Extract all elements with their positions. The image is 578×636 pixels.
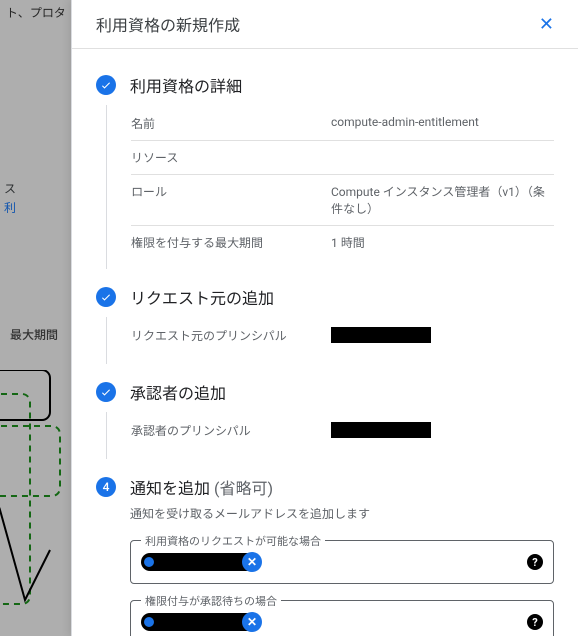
approvers-label: 承認者のプリンシパル [131, 422, 331, 439]
notif-field-awaiting-approval[interactable]: 権限付与が承認待ちの場合 ✕ ? [130, 600, 554, 636]
step-notifications-subtitle: 通知を受け取るメールアドレスを追加します [130, 505, 554, 522]
step-requesters-title[interactable]: リクエスト元の追加 [130, 285, 554, 309]
step-complete-icon [96, 287, 116, 307]
step-notifications: 4 通知を追加 (省略可) 通知を受け取るメールアドレスを追加します 利用資格の… [96, 475, 554, 636]
detail-row-resource: リソース [131, 143, 554, 172]
close-icon: ✕ [539, 14, 554, 34]
close-button[interactable]: ✕ [535, 11, 558, 37]
detail-duration-value: 1 時間 [331, 234, 554, 251]
step-details: 利用資格の詳細 名前 compute-admin-entitlement リソー… [96, 73, 554, 269]
step-notifications-title: 通知を追加 (省略可) [130, 475, 554, 499]
detail-row-duration: 権限を付与する最大期間 1 時間 [131, 228, 554, 257]
step-approvers-title[interactable]: 承認者の追加 [130, 380, 554, 404]
panel-body: 利用資格の詳細 名前 compute-admin-entitlement リソー… [72, 49, 578, 636]
detail-row-name: 名前 compute-admin-entitlement [131, 109, 554, 138]
step-notifications-optional: (省略可) [214, 479, 273, 498]
email-chip[interactable]: ✕ [141, 553, 261, 571]
chip-remove-icon[interactable]: ✕ [242, 612, 262, 632]
step-notifications-title-main: 通知を追加 [130, 479, 210, 498]
check-icon [100, 386, 112, 398]
create-entitlement-panel: 利用資格の新規作成 ✕ 利用資格の詳細 名前 compute-admin-ent… [71, 0, 578, 636]
help-icon[interactable]: ? [527, 614, 543, 630]
detail-name-value: compute-admin-entitlement [331, 115, 554, 129]
detail-resource-label: リソース [131, 149, 331, 166]
panel-title: 利用資格の新規作成 [96, 12, 240, 36]
requesters-row: リクエスト元のプリンシパル [131, 321, 554, 352]
step-requesters-content: リクエスト元のプリンシパル [106, 317, 554, 364]
step-number-icon: 4 [96, 477, 116, 497]
detail-duration-label: 権限を付与する最大期間 [131, 234, 331, 251]
step-requesters: リクエスト元の追加 リクエスト元のプリンシパル [96, 285, 554, 364]
step-complete-icon [96, 75, 116, 95]
step-approvers: 承認者の追加 承認者のプリンシパル [96, 380, 554, 459]
divider [131, 140, 554, 141]
detail-role-value: Compute インスタンス管理者（v1）（条件なし） [331, 183, 554, 217]
panel-header: 利用資格の新規作成 ✕ [72, 0, 578, 49]
notif-field-request-available[interactable]: 利用資格のリクエストが可能な場合 ✕ ? [130, 540, 554, 584]
step-complete-icon [96, 382, 116, 402]
detail-name-label: 名前 [131, 115, 331, 132]
requesters-label: リクエスト元のプリンシパル [131, 327, 331, 344]
check-icon [100, 291, 112, 303]
redacted-principal [331, 327, 431, 343]
detail-row-role: ロール Compute インスタンス管理者（v1）（条件なし） [131, 177, 554, 223]
redacted-principal [331, 422, 431, 438]
requesters-value [331, 327, 554, 346]
check-icon [100, 79, 112, 91]
notif-field-label: 利用資格のリクエストが可能な場合 [141, 533, 325, 549]
notif-field-label: 権限付与が承認待ちの場合 [141, 593, 281, 609]
step-details-content: 名前 compute-admin-entitlement リソース ロール Co… [106, 105, 554, 269]
divider [131, 225, 554, 226]
approvers-row: 承認者のプリンシパル [131, 416, 554, 447]
detail-role-label: ロール [131, 183, 331, 200]
help-icon[interactable]: ? [527, 554, 543, 570]
email-chip[interactable]: ✕ [141, 613, 261, 631]
approvers-value [331, 422, 554, 441]
step-approvers-content: 承認者のプリンシパル [106, 412, 554, 459]
divider [131, 174, 554, 175]
chip-remove-icon[interactable]: ✕ [242, 552, 262, 572]
step-details-title[interactable]: 利用資格の詳細 [130, 73, 554, 97]
